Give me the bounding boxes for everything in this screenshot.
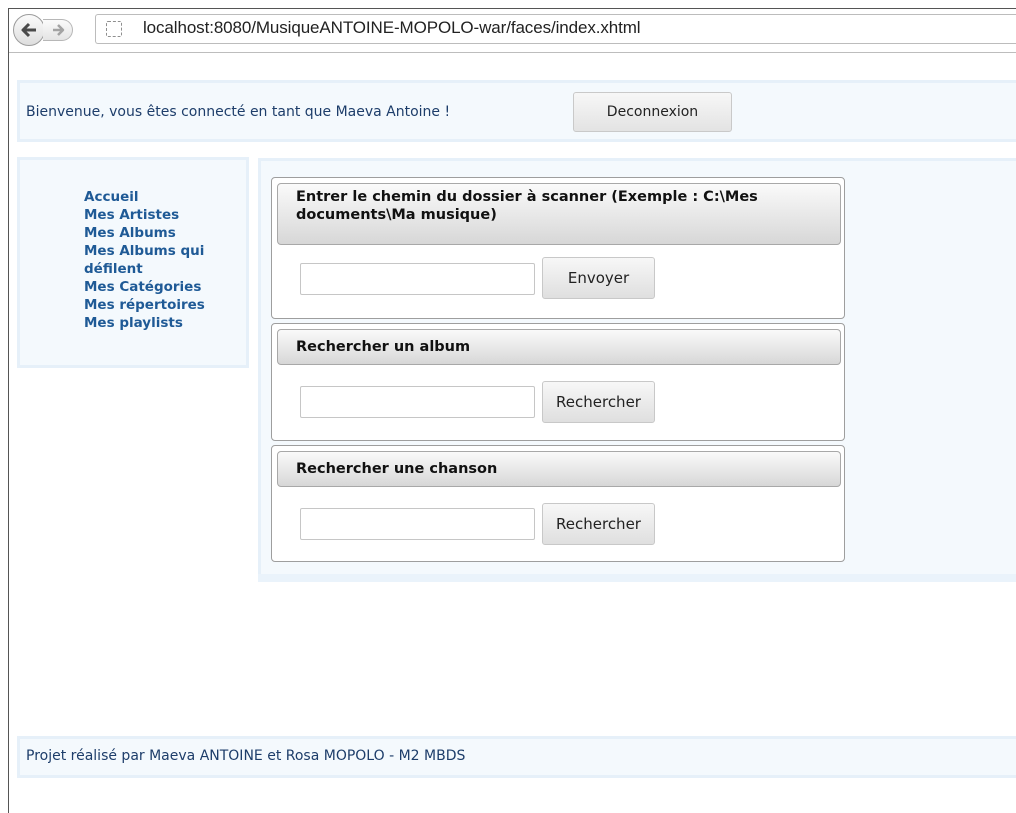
album-search-title: Rechercher un album xyxy=(277,329,841,365)
send-button[interactable]: Envoyer xyxy=(542,257,655,299)
scan-panel: Entrer le chemin du dossier à scanner (E… xyxy=(271,177,845,319)
menu-item-categories[interactable]: Mes Catégories xyxy=(84,278,244,296)
welcome-message: Bienvenue, vous êtes connecté en tant qu… xyxy=(26,104,451,120)
album-search-panel: Rechercher un album Rechercher xyxy=(271,323,845,441)
menu-item-playlists[interactable]: Mes playlists xyxy=(84,314,244,332)
scan-path-input[interactable] xyxy=(300,263,535,295)
sidebar-menu: Accueil Mes Artistes Mes Albums Mes Albu… xyxy=(17,157,249,368)
logout-button[interactable]: Deconnexion xyxy=(573,92,732,132)
main-content: Entrer le chemin du dossier à scanner (E… xyxy=(258,158,1016,581)
scan-panel-title: Entrer le chemin du dossier à scanner (E… xyxy=(277,183,841,245)
back-arrow-icon xyxy=(21,22,36,38)
menu-item-albums[interactable]: Mes Albums xyxy=(84,224,244,242)
album-search-input[interactable] xyxy=(300,386,535,418)
album-search-button[interactable]: Rechercher xyxy=(542,381,655,423)
address-bar[interactable]: localhost:8080/MusiqueANTOINE-MOPOLO-war… xyxy=(95,14,1016,44)
page-footer: Projet réalisé par Maeva ANTOINE et Rosa… xyxy=(17,736,1016,778)
menu-item-accueil[interactable]: Accueil xyxy=(84,188,244,206)
forward-arrow-icon xyxy=(52,24,64,36)
song-search-title: Rechercher une chanson xyxy=(277,451,841,487)
forward-button[interactable] xyxy=(43,19,73,41)
back-button[interactable] xyxy=(13,14,45,46)
browser-toolbar: localhost:8080/MusiqueANTOINE-MOPOLO-war… xyxy=(9,9,1016,53)
navigation-buttons xyxy=(13,14,91,46)
browser-window: localhost:8080/MusiqueANTOINE-MOPOLO-war… xyxy=(8,8,1016,813)
page-header: Bienvenue, vous êtes connecté en tant qu… xyxy=(17,80,1016,142)
menu-item-albums-defilent[interactable]: Mes Albums qui défilent xyxy=(84,242,214,278)
song-search-panel: Rechercher une chanson Rechercher xyxy=(271,445,845,562)
content-bottom-bar xyxy=(258,574,1016,582)
url-text[interactable]: localhost:8080/MusiqueANTOINE-MOPOLO-war… xyxy=(143,18,641,38)
menu-item-repertoires[interactable]: Mes répertoires xyxy=(84,296,244,314)
page-icon xyxy=(106,21,122,37)
menu-item-artistes[interactable]: Mes Artistes xyxy=(84,206,244,224)
footer-credits: Projet réalisé par Maeva ANTOINE et Rosa… xyxy=(26,748,466,764)
song-search-button[interactable]: Rechercher xyxy=(542,503,655,545)
song-search-input[interactable] xyxy=(300,508,535,540)
